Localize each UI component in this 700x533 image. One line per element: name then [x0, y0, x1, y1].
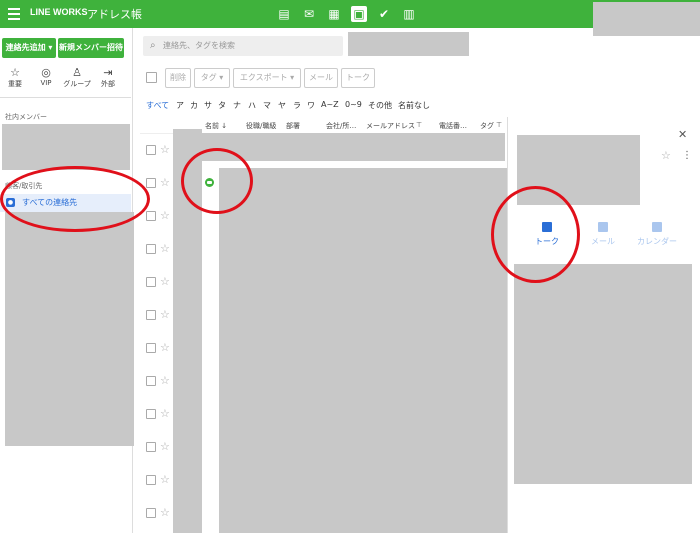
row-star-icon[interactable]: ☆ — [160, 276, 170, 287]
filter-a-z[interactable]: A~Z — [321, 100, 339, 109]
row-checkbox[interactable] — [146, 343, 156, 353]
hamburger-menu-icon[interactable] — [8, 8, 20, 20]
annotation-circle-talk-tab — [491, 186, 580, 283]
category-important[interactable]: ☆ 重要 — [0, 66, 30, 89]
row-star-icon[interactable]: ☆ — [160, 144, 170, 155]
category-vip[interactable]: ◎ VIP — [31, 66, 61, 87]
external-icon: ⇥ — [103, 66, 113, 79]
search-icon: ⌕ — [150, 40, 156, 51]
row-checkbox[interactable] — [146, 178, 156, 188]
filter-na[interactable]: ナ — [233, 100, 241, 111]
filter-ya[interactable]: ヤ — [278, 100, 286, 111]
row-checkbox[interactable] — [146, 310, 156, 320]
panel-divider — [507, 117, 508, 533]
talk-icon[interactable]: ✉ — [301, 6, 317, 22]
favorite-star-icon[interactable]: ☆ — [661, 150, 671, 161]
board-icon[interactable]: ▤ — [276, 6, 292, 22]
row-checkbox[interactable] — [146, 211, 156, 221]
filter-ta[interactable]: タ — [218, 100, 226, 111]
close-icon[interactable]: ✕ — [678, 128, 687, 141]
column-email[interactable]: メールアドレス — [366, 121, 415, 131]
category-group[interactable]: ♙ グループ — [62, 66, 92, 89]
column-department[interactable]: 部署 — [286, 121, 300, 131]
redacted-user-area — [593, 2, 700, 36]
row-star-icon[interactable]: ☆ — [160, 243, 170, 254]
invite-member-button[interactable]: 新規メンバー招待 — [58, 38, 124, 58]
vip-icon: ◎ — [41, 66, 51, 79]
column-title[interactable]: 役職/職級 — [246, 121, 276, 131]
row-star-icon[interactable]: ☆ — [160, 375, 170, 386]
more-options-icon[interactable]: ⋮ — [682, 150, 692, 161]
row-star-icon[interactable]: ☆ — [160, 441, 170, 452]
filter-wa[interactable]: ワ — [307, 100, 315, 111]
filter-icon[interactable]: ⊤ — [496, 121, 502, 129]
sidebar-divider — [0, 97, 131, 98]
redacted-row-first — [202, 133, 505, 161]
filter-ka[interactable]: カ — [190, 100, 198, 111]
drive-icon[interactable]: ▥ — [401, 6, 417, 22]
contacts-icon[interactable]: ▣ — [351, 6, 367, 22]
row-star-icon[interactable]: ☆ — [160, 177, 170, 188]
filter-ma[interactable]: マ — [263, 100, 271, 111]
filter-other[interactable]: その他 — [368, 100, 392, 111]
redacted-internal-list — [2, 124, 130, 170]
row-star-icon[interactable]: ☆ — [160, 210, 170, 221]
filter-sa[interactable]: サ — [204, 100, 212, 111]
search-input[interactable]: ⌕ 連絡先、タグを検索 — [143, 36, 343, 56]
filter-all[interactable]: すべて — [146, 100, 169, 111]
category-external[interactable]: ⇥ 外部 — [93, 66, 123, 89]
filter-ha[interactable]: ハ — [248, 100, 256, 111]
column-phone[interactable]: 電話番… — [439, 121, 467, 131]
row-star-icon[interactable]: ☆ — [160, 474, 170, 485]
panel-tab-mail[interactable]: メール — [578, 222, 628, 247]
star-icon: ☆ — [10, 66, 20, 79]
row-star-icon[interactable]: ☆ — [160, 342, 170, 353]
redacted-search-area — [348, 32, 469, 56]
column-company[interactable]: 会社/所… — [326, 121, 356, 131]
redacted-rows — [219, 168, 508, 533]
redacted-contact-details — [514, 264, 692, 484]
delete-button[interactable]: 削除 — [165, 68, 191, 88]
app-title: アドレス帳 — [87, 8, 142, 21]
row-star-icon[interactable]: ☆ — [160, 507, 170, 518]
annotation-circle-all-contacts — [0, 166, 150, 232]
row-checkbox[interactable] — [146, 442, 156, 452]
tag-dropdown[interactable]: タグ ▾ — [194, 68, 230, 88]
mail-icon — [598, 222, 608, 232]
row-checkbox[interactable] — [146, 376, 156, 386]
task-icon[interactable]: ✔ — [376, 6, 392, 22]
row-checkbox[interactable] — [146, 244, 156, 254]
row-checkbox[interactable] — [146, 409, 156, 419]
row-checkbox[interactable] — [146, 277, 156, 287]
filter-ra[interactable]: ラ — [293, 100, 301, 111]
row-checkbox[interactable] — [146, 145, 156, 155]
select-all-checkbox[interactable] — [146, 72, 157, 83]
row-star-icon[interactable]: ☆ — [160, 408, 170, 419]
filter-a[interactable]: ア — [176, 100, 184, 111]
column-name[interactable]: 名前 ↓ — [205, 121, 227, 131]
row-checkbox[interactable] — [146, 508, 156, 518]
panel-tab-calendar[interactable]: カレンダー — [632, 222, 682, 247]
calendar-icon — [652, 222, 662, 232]
group-icon: ♙ — [72, 66, 82, 79]
add-contact-button[interactable]: 連絡先追加 ▾ — [2, 38, 56, 58]
calendar-icon[interactable]: ▦ — [326, 6, 342, 22]
mail-button[interactable]: メール — [304, 68, 338, 88]
filter-no-name[interactable]: 名前なし — [398, 100, 430, 111]
column-tag[interactable]: タグ — [480, 121, 494, 131]
row-star-icon[interactable]: ☆ — [160, 309, 170, 320]
talk-button[interactable]: トーク — [341, 68, 375, 88]
filter-icon[interactable]: ⊤ — [416, 121, 422, 129]
filter-0-9[interactable]: 0~9 — [345, 100, 362, 109]
export-dropdown[interactable]: エクスポート ▾ — [233, 68, 301, 88]
annotation-circle-line-icon — [181, 148, 253, 214]
brand-logo[interactable]: LINE WORKS — [30, 7, 88, 17]
redacted-customer-list — [5, 212, 134, 446]
row-checkbox[interactable] — [146, 475, 156, 485]
internal-members-label[interactable]: 社内メンバー — [5, 112, 47, 122]
